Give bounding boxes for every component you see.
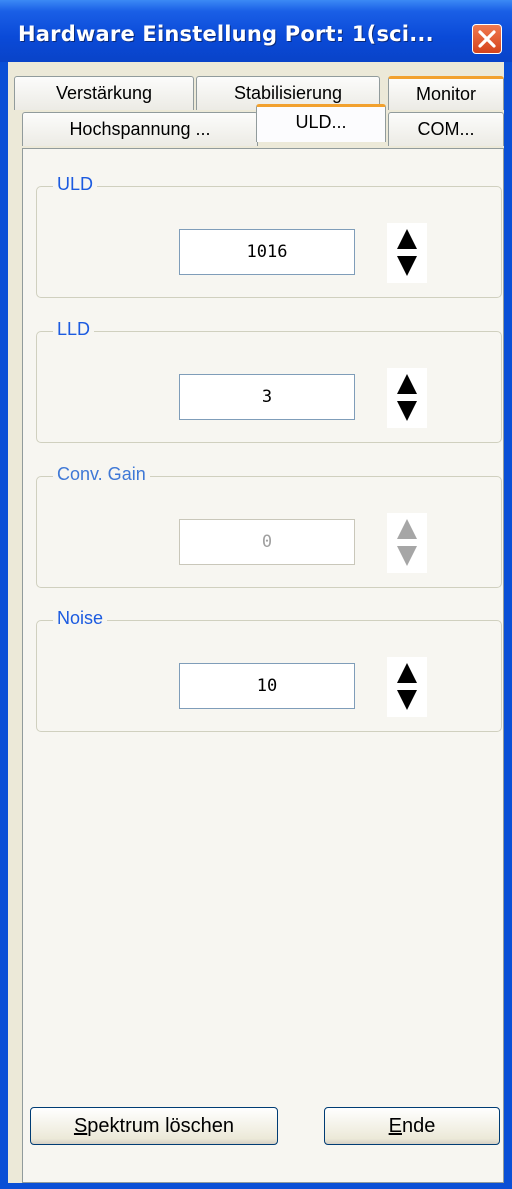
title-bar[interactable]: Hardware Einstellung Port: 1(sci... (0, 0, 512, 62)
noise-group-label: Noise (53, 608, 108, 629)
dialog-window: Hardware Einstellung Port: 1(sci... Vers… (0, 0, 512, 1189)
uld-group: ULD 1016 (36, 174, 502, 298)
tab-uld[interactable]: ULD... (256, 104, 386, 142)
spin-up-down-icon (397, 229, 417, 276)
uld-value-field[interactable]: 1016 (179, 229, 355, 275)
window-title: Hardware Einstellung Port: 1(sci... (18, 22, 434, 46)
clear-spectrum-label-rest: pektrum löschen (87, 1115, 235, 1137)
clear-spectrum-button[interactable]: Spektrum löschen (30, 1107, 278, 1145)
lld-group: LLD 3 (36, 319, 502, 443)
lld-value-field[interactable]: 3 (179, 374, 355, 420)
conv-gain-value-field: 0 (179, 519, 355, 565)
tab-com[interactable]: COM... (388, 112, 504, 146)
conv-gain-spinner (387, 513, 427, 573)
spin-up-down-icon (397, 663, 417, 710)
lld-group-label: LLD (53, 319, 95, 340)
clear-spectrum-mnemonic: S (73, 1115, 88, 1137)
spin-up-down-icon (397, 519, 417, 566)
noise-value-field[interactable]: 10 (179, 663, 355, 709)
uld-spinner[interactable] (387, 223, 427, 283)
close-icon (478, 30, 496, 48)
conv-gain-group: Conv. Gain 0 (36, 464, 502, 588)
spin-up-down-icon (397, 374, 417, 421)
noise-spinner[interactable] (387, 657, 427, 717)
end-label-rest: nde (401, 1115, 436, 1137)
conv-gain-group-label: Conv. Gain (53, 464, 150, 485)
end-mnemonic: E (388, 1115, 402, 1137)
close-button[interactable] (472, 24, 502, 54)
noise-group: Noise 10 (36, 608, 502, 732)
tab-verstaerkung[interactable]: Verstärkung (14, 76, 194, 110)
tab-monitor[interactable]: Monitor (388, 76, 504, 110)
end-button[interactable]: Ende (324, 1107, 500, 1145)
uld-group-label: ULD (53, 174, 98, 195)
lld-spinner[interactable] (387, 368, 427, 428)
tab-hochspannung[interactable]: Hochspannung ... (22, 112, 258, 146)
